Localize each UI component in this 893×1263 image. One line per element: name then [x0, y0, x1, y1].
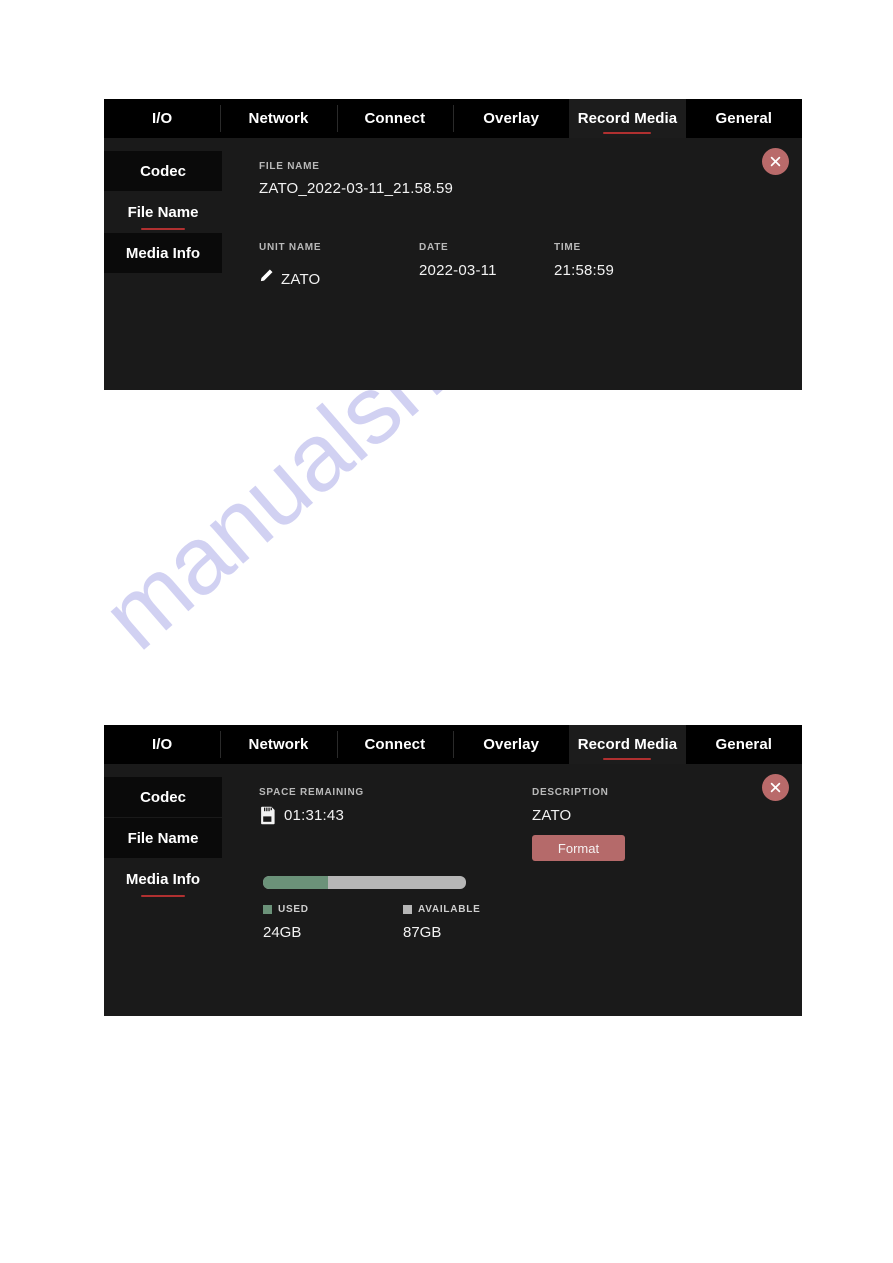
date-field: DATE 2022-03-11	[419, 242, 554, 288]
record-media-panel-media-info: I/O Network Connect Overlay Record Media…	[104, 725, 802, 1016]
tab-label: Overlay	[483, 110, 540, 127]
storage-meter-used-fill	[263, 876, 328, 889]
file-name-value: ZATO_2022-03-11_21.58.59	[259, 180, 454, 197]
sidebar-item-label: Codec	[140, 788, 186, 806]
available-swatch-icon	[403, 905, 412, 914]
tab-general[interactable]: General	[685, 99, 802, 138]
storage-used: USED 24GB	[263, 904, 403, 941]
panel-content: FILE NAME ZATO_2022-03-11_21.58.59 UNIT …	[259, 138, 802, 390]
time-value: 21:58:59	[554, 262, 614, 279]
sidebar: Codec File Name Media Info	[104, 777, 222, 900]
sidebar-item-file-name[interactable]: File Name	[104, 192, 222, 232]
time-label: TIME	[554, 242, 581, 253]
pencil-icon[interactable]	[259, 268, 274, 283]
tab-label: I/O	[152, 110, 173, 127]
sidebar-item-codec[interactable]: Codec	[104, 151, 222, 191]
storage-available: AVAILABLE 87GB	[403, 904, 543, 941]
tab-label: General	[715, 110, 773, 127]
description-field: DESCRIPTION ZATO Format	[532, 787, 732, 861]
available-value: 87GB	[403, 924, 442, 941]
tab-label: General	[715, 736, 773, 753]
time-field: TIME 21:58:59	[554, 242, 674, 288]
sidebar-item-label: Media Info	[125, 244, 201, 262]
tab-record-media[interactable]: Record Media	[569, 725, 686, 764]
panel-content: SPACE REMAINING 01:31:43 USED 24GB AVAIL…	[259, 764, 802, 1016]
sidebar-item-label: Codec	[140, 162, 186, 180]
sidebar-item-media-info[interactable]: Media Info	[104, 233, 222, 273]
storage-legend: USED 24GB AVAILABLE 87GB	[263, 904, 543, 941]
sidebar-item-file-name[interactable]: File Name	[104, 818, 222, 858]
tab-label: Record Media	[577, 110, 678, 127]
unit-name-field: UNIT NAME ZATO	[259, 242, 419, 288]
format-button[interactable]: Format	[532, 835, 625, 861]
file-name-label: FILE NAME	[259, 161, 320, 172]
tab-io[interactable]: I/O	[104, 99, 221, 138]
tab-label: Network	[248, 736, 309, 753]
tab-network[interactable]: Network	[220, 99, 337, 138]
unit-name-label: UNIT NAME	[259, 242, 322, 253]
unit-name-value: ZATO	[281, 271, 321, 288]
sidebar-active-underline	[141, 228, 185, 230]
space-remaining-field: SPACE REMAINING 01:31:43	[259, 787, 519, 825]
tab-label: Network	[248, 110, 309, 127]
tab-general[interactable]: General	[685, 725, 802, 764]
available-label: AVAILABLE	[418, 904, 481, 915]
tab-label: Overlay	[483, 736, 540, 753]
tab-overlay[interactable]: Overlay	[452, 725, 570, 764]
tab-connect[interactable]: Connect	[336, 99, 453, 138]
tab-io[interactable]: I/O	[104, 725, 221, 764]
tab-bar: I/O Network Connect Overlay Record Media…	[104, 99, 802, 138]
panel-body: Codec File Name Media Info FILE NAME ZAT…	[104, 138, 802, 390]
metadata-row: UNIT NAME ZATO DATE 2022-03-11 TIME 21:5…	[259, 242, 674, 288]
sidebar-active-underline	[141, 895, 185, 897]
tab-active-underline	[603, 758, 652, 760]
date-label: DATE	[419, 242, 449, 253]
sd-card-icon	[259, 806, 276, 825]
tab-label: Record Media	[577, 736, 678, 753]
sidebar-item-label: Media Info	[125, 870, 201, 888]
used-label: USED	[278, 904, 309, 915]
used-value: 24GB	[263, 924, 302, 941]
sidebar-item-media-info[interactable]: Media Info	[104, 859, 222, 899]
tab-label: Connect	[364, 736, 426, 753]
storage-meter	[263, 876, 466, 889]
tab-bar: I/O Network Connect Overlay Record Media…	[104, 725, 802, 764]
tab-connect[interactable]: Connect	[336, 725, 453, 764]
file-name-field: FILE NAME ZATO_2022-03-11_21.58.59	[259, 161, 453, 197]
sidebar-item-label: File Name	[127, 829, 199, 847]
tab-label: Connect	[364, 110, 426, 127]
panel-body: Codec File Name Media Info SPACE REMAINI…	[104, 764, 802, 1016]
tab-record-media[interactable]: Record Media	[569, 99, 686, 138]
tab-overlay[interactable]: Overlay	[452, 99, 570, 138]
tab-network[interactable]: Network	[220, 725, 337, 764]
tab-active-underline	[603, 132, 652, 134]
sidebar: Codec File Name Media Info	[104, 151, 222, 274]
space-remaining-value: 01:31:43	[284, 807, 344, 824]
date-value: 2022-03-11	[419, 262, 497, 279]
sidebar-item-codec[interactable]: Codec	[104, 777, 222, 817]
description-label: DESCRIPTION	[532, 787, 609, 798]
tab-label: I/O	[152, 736, 173, 753]
record-media-panel-file-name: I/O Network Connect Overlay Record Media…	[104, 99, 802, 390]
space-remaining-label: SPACE REMAINING	[259, 787, 364, 798]
used-swatch-icon	[263, 905, 272, 914]
close-icon[interactable]	[762, 148, 789, 175]
sidebar-item-label: File Name	[127, 203, 199, 221]
close-icon[interactable]	[762, 774, 789, 801]
description-value: ZATO	[532, 807, 572, 824]
